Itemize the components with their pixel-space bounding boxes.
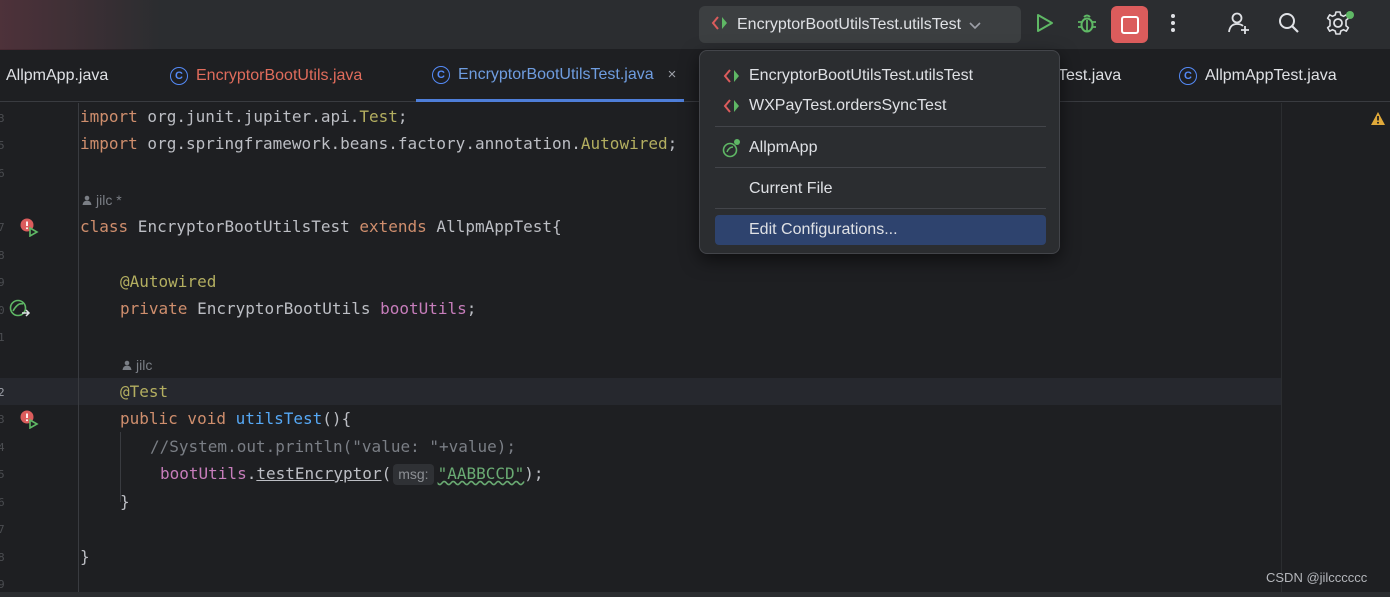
menu-separator [715, 126, 1046, 127]
bug-icon [1076, 12, 1098, 38]
run-configuration-selector[interactable]: EncryptorBootUtilsTest.utilsTest [699, 6, 1021, 43]
code-line-method-declaration: public void utilsTest(){ [120, 409, 352, 428]
run-test-gutter-icon[interactable] [19, 409, 39, 433]
settings-button[interactable] [1321, 8, 1355, 42]
line-number: 9 [0, 276, 5, 289]
more-actions-button[interactable] [1156, 8, 1190, 42]
line-number: 6 [0, 167, 5, 180]
add-user-icon [1227, 11, 1251, 39]
update-badge-icon [1346, 11, 1354, 19]
code-line-test-annotation: @Test [120, 382, 169, 401]
line-number: 0 [0, 304, 5, 317]
menu-item-wxpaytest-orderssynctest[interactable]: WXPayTest.ordersSyncTest [715, 91, 1046, 121]
code-line-method-call: bootUtils.testEncryptor(msg: "AABBCCD"); [160, 464, 544, 485]
current-line-highlight [0, 378, 1281, 405]
search-everywhere-button[interactable] [1272, 8, 1306, 42]
tab-label: AllpmApp.java [6, 67, 109, 84]
run-button[interactable] [1028, 8, 1062, 42]
tab-label: EncryptorBootUtils.java [196, 67, 363, 84]
watermark: CSDN @jilcccccc [1266, 570, 1368, 585]
line-number: 1 [0, 331, 5, 344]
more-vertical-icon [1170, 13, 1176, 37]
tab-label: EncryptorBootUtilsTest.java [458, 65, 654, 83]
class-icon: C [1179, 67, 1197, 85]
junit-test-icon [715, 68, 749, 84]
play-icon [1036, 13, 1054, 37]
class-icon: C [170, 67, 188, 85]
user-icon [82, 195, 92, 205]
line-gutter [0, 103, 78, 597]
chevron-down-icon [969, 15, 981, 34]
code-line-comment: //System.out.println("value: "+value); [150, 437, 517, 456]
line-number: 3 [0, 413, 5, 426]
title-bar-gradient [0, 0, 160, 50]
junit-test-icon [711, 15, 729, 35]
tab-label: AllpmAppTest.java [1205, 67, 1337, 84]
tab-label: Test.java [1058, 67, 1122, 84]
line-number: 2 [0, 386, 5, 399]
menu-item-allpmapp[interactable]: AllpmApp [715, 133, 1046, 163]
run-configuration-label: EncryptorBootUtilsTest.utilsTest [737, 15, 962, 33]
indent-guide [78, 103, 79, 593]
menu-item-label: EncryptorBootUtilsTest.utilsTest [749, 67, 974, 84]
code-line-close-class: } [80, 547, 90, 566]
author-label: jilc * [96, 192, 122, 208]
debug-button[interactable] [1070, 8, 1104, 42]
tab-allpmapptest[interactable]: C AllpmAppTest.java [1179, 50, 1337, 102]
line-number: 9 [0, 578, 5, 591]
code-line-class-declaration: class EncryptorBootUtilsTest extends All… [80, 217, 562, 236]
class-icon: C [432, 65, 450, 84]
right-gutter [1281, 103, 1390, 597]
code-author-hint[interactable]: jilc [122, 357, 152, 373]
tab-encryptorbootutilstest[interactable]: C EncryptorBootUtilsTest.java × [416, 50, 685, 102]
menu-item-edit-configurations[interactable]: Edit Configurations... [715, 215, 1046, 245]
author-label: jilc [136, 357, 153, 373]
line-number: 8 [0, 249, 5, 262]
close-icon[interactable]: × [668, 66, 677, 83]
line-number: 5 [0, 468, 5, 481]
status-bar-edge [0, 592, 1390, 597]
tab-allpmapp[interactable]: AllpmApp.java [6, 50, 108, 102]
code-line-autowired-annotation: @Autowired [120, 272, 217, 291]
code-line-import-test: import org.junit.jupiter.api.Test; [80, 107, 408, 126]
run-test-gutter-icon[interactable] [19, 217, 39, 241]
user-icon [122, 360, 132, 370]
code-author-hint[interactable]: jilc * [82, 192, 122, 208]
menu-item-label: Current File [749, 180, 833, 197]
menu-separator [715, 167, 1046, 168]
tab-encryptorbootutils[interactable]: C EncryptorBootUtils.java [170, 50, 362, 102]
parameter-hint: msg: [393, 464, 434, 485]
menu-item-encryptorbootutilstest-utilstest[interactable]: EncryptorBootUtilsTest.utilsTest [715, 61, 1046, 91]
line-number: 5 [0, 139, 5, 152]
menu-item-label: Edit Configurations... [749, 221, 898, 238]
code-with-me-button[interactable] [1222, 8, 1256, 42]
menu-separator [715, 208, 1046, 209]
line-number: 6 [0, 496, 5, 509]
menu-item-current-file[interactable]: Current File [715, 174, 1046, 204]
menu-item-label: AllpmApp [749, 139, 818, 156]
code-line-import-autowired: import org.springframework.beans.factory… [80, 134, 678, 153]
code-line-close-method: } [120, 492, 130, 511]
stop-button[interactable] [1111, 6, 1148, 43]
tab-test[interactable]: Test.java [1058, 50, 1121, 102]
line-number: 7 [0, 221, 5, 234]
editor-tab-bar: AllpmApp.java C EncryptorBootUtils.java … [0, 50, 1390, 102]
stop-icon [1120, 15, 1139, 34]
line-number: 4 [0, 441, 5, 454]
code-line-field: private EncryptorBootUtils bootUtils; [120, 299, 477, 318]
search-icon [1278, 12, 1300, 38]
run-configurations-popup: EncryptorBootUtilsTest.utilsTest WXPayTe… [699, 50, 1060, 254]
line-number: 8 [0, 551, 5, 564]
warning-icon[interactable] [1370, 111, 1386, 130]
line-number: 3 [0, 112, 5, 125]
title-bar: EncryptorBootUtilsTest.utilsTest [0, 0, 1390, 50]
autowired-bean-gutter-icon[interactable] [9, 299, 31, 323]
junit-test-icon [715, 98, 749, 114]
code-editor[interactable] [78, 103, 1281, 597]
menu-item-label: WXPayTest.ordersSyncTest [749, 97, 947, 114]
line-number: 7 [0, 523, 5, 536]
spring-boot-app-icon [715, 138, 749, 158]
